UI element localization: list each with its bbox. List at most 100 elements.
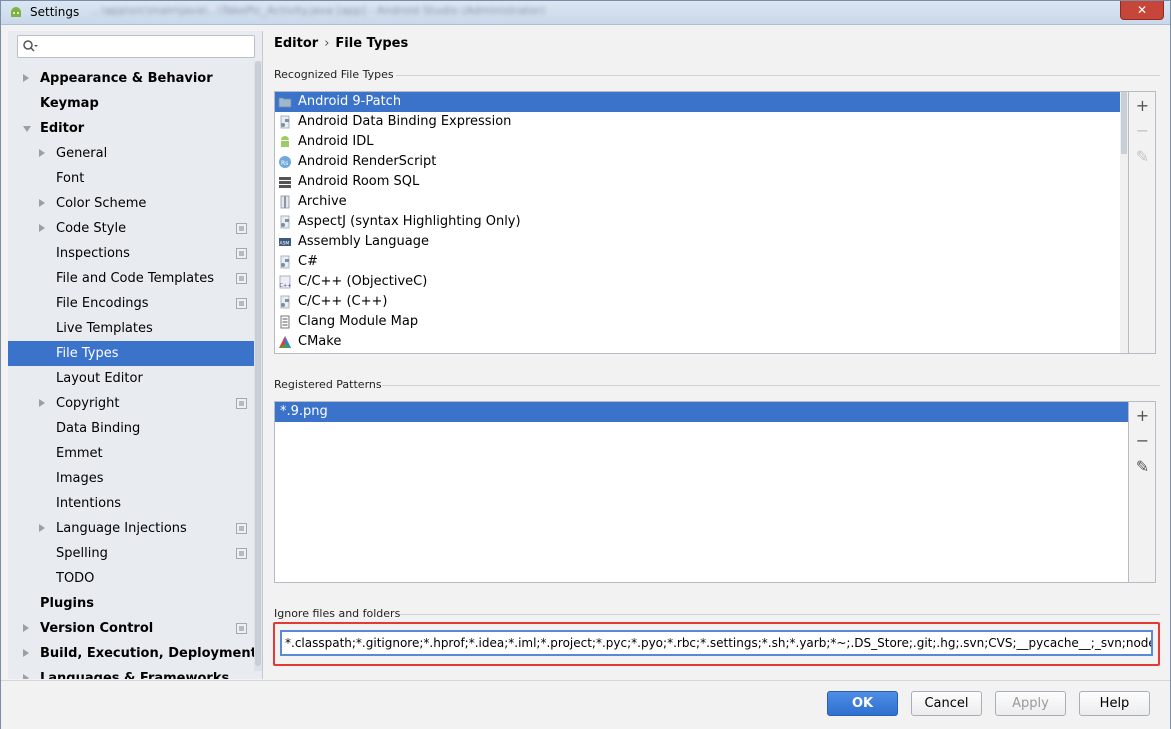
file-type-label: Archive — [298, 194, 347, 209]
sidebar-item[interactable]: Editor — [8, 116, 262, 141]
sidebar-item[interactable]: File Encodings — [8, 291, 262, 316]
sidebar-item[interactable]: File Types — [8, 341, 262, 366]
ok-button[interactable]: OK — [827, 691, 898, 716]
svg-text:C++: C++ — [280, 283, 292, 289]
sidebar-item[interactable]: Spelling — [8, 541, 262, 566]
sidebar-item[interactable]: Emmet — [8, 441, 262, 466]
generic-file-icon — [280, 215, 290, 229]
sidebar-item-label: Font — [56, 171, 85, 186]
cancel-button[interactable]: Cancel — [911, 691, 982, 716]
file-type-row[interactable]: C++ C/C++ (ObjectiveC) — [275, 272, 1121, 292]
sidebar-item[interactable]: TODO — [8, 566, 262, 591]
sidebar-item[interactable]: Keymap — [8, 91, 262, 116]
chevron-right-icon[interactable] — [23, 74, 29, 82]
add-pattern-button[interactable]: + — [1133, 406, 1152, 425]
sidebar-item-label: Images — [56, 471, 104, 486]
file-type-row[interactable]: Android Room SQL — [275, 172, 1121, 192]
file-type-label: Android Data Binding Expression — [298, 114, 512, 129]
add-file-type-button[interactable]: + — [1133, 96, 1152, 115]
chevron-right-icon[interactable] — [23, 649, 29, 657]
pattern-row[interactable]: *.9.png — [275, 402, 1128, 422]
sidebar-item[interactable]: Languages & Frameworks — [8, 666, 262, 679]
file-type-row[interactable]: Clang Module Map — [275, 312, 1121, 332]
edit-file-type-button[interactable]: ✎ — [1133, 147, 1152, 166]
help-button[interactable]: Help — [1079, 691, 1150, 716]
project-scope-icon — [236, 298, 247, 309]
recognized-toolbar: + − ✎ — [1129, 91, 1156, 354]
apply-button[interactable]: Apply — [995, 691, 1066, 716]
archive-icon — [280, 195, 290, 209]
recognized-file-types-list[interactable]: Android 9-Patch Android Data Binding Expr… — [274, 91, 1129, 354]
settings-search-input[interactable] — [17, 35, 255, 58]
remove-pattern-button[interactable]: − — [1133, 431, 1152, 450]
sidebar-item[interactable]: General — [8, 141, 262, 166]
sidebar-item[interactable]: Font — [8, 166, 262, 191]
sidebar-item[interactable]: Plugins — [8, 591, 262, 616]
registered-patterns-list[interactable]: *.9.png — [274, 401, 1129, 583]
dialog-footer: OK Cancel Apply Help — [1, 680, 1170, 729]
sidebar-item[interactable]: File and Code Templates — [8, 266, 262, 291]
sidebar-item[interactable]: Data Binding — [8, 416, 262, 441]
project-scope-icon — [236, 273, 247, 284]
ignore-files-input[interactable]: *.classpath;*.gitignore;*.hprof;*.idea;*… — [280, 630, 1153, 656]
remove-file-type-button[interactable]: − — [1133, 121, 1152, 140]
search-icon — [23, 40, 38, 52]
file-type-row[interactable]: AspectJ (syntax Highlighting Only) — [275, 212, 1121, 232]
sidebar-item[interactable]: Intentions — [8, 491, 262, 516]
sidebar-item-label: File and Code Templates — [56, 271, 214, 286]
chevron-down-icon[interactable] — [23, 126, 31, 132]
svg-text:Rs: Rs — [281, 160, 288, 167]
sidebar-item[interactable]: Inspections — [8, 241, 262, 266]
chevron-right-icon[interactable] — [39, 524, 45, 532]
cmake-icon — [279, 336, 291, 348]
file-type-row[interactable]: Archive — [275, 192, 1121, 212]
file-type-row[interactable]: Android Data Binding Expression — [275, 112, 1121, 132]
recognized-list-scrollbar-thumb[interactable] — [1121, 92, 1127, 154]
file-type-row[interactable]: CMake — [275, 332, 1121, 352]
edit-pattern-button[interactable]: ✎ — [1133, 457, 1152, 476]
divider — [396, 75, 1160, 76]
file-type-row[interactable]: Android IDL — [275, 132, 1121, 152]
sidebar-scrollbar-thumb[interactable] — [255, 61, 261, 666]
file-type-row[interactable]: Rs Android RenderScript — [275, 152, 1121, 172]
file-type-label: C# — [298, 254, 318, 269]
project-scope-icon — [236, 548, 247, 559]
close-icon: ✕ — [1136, 3, 1148, 17]
sidebar-item[interactable]: Live Templates — [8, 316, 262, 341]
divider — [382, 385, 1160, 386]
chevron-right-icon[interactable] — [23, 674, 29, 679]
sidebar-item-label: Copyright — [56, 396, 120, 411]
svg-text:ASM: ASM — [280, 241, 290, 247]
chevron-right-icon[interactable] — [39, 149, 45, 157]
sidebar-item[interactable]: Language Injections — [8, 516, 262, 541]
file-type-label: C/C++ (C++) — [298, 294, 388, 309]
breadcrumb: Editor › File Types — [274, 36, 408, 51]
file-type-row[interactable]: C# — [275, 252, 1121, 272]
sidebar-item[interactable]: Version Control — [8, 616, 262, 641]
close-window-button[interactable]: ✕ — [1120, 1, 1164, 20]
chevron-right-icon[interactable] — [39, 399, 45, 407]
window-title-obscured: ...\app\src\main\java\...\TakePic_Activi… — [91, 4, 545, 17]
chevron-right-icon[interactable] — [39, 224, 45, 232]
recognized-list-scrollbar[interactable] — [1120, 92, 1128, 353]
file-type-row[interactable]: C/C++ (C++) — [275, 292, 1121, 312]
breadcrumb-parent[interactable]: Editor — [274, 36, 318, 51]
file-type-row[interactable]: Android 9-Patch — [275, 92, 1121, 112]
project-scope-icon — [236, 398, 247, 409]
sidebar-item[interactable]: Appearance & Behavior — [8, 66, 262, 91]
sidebar-item[interactable]: Copyright — [8, 391, 262, 416]
sidebar-item[interactable]: Code Style — [8, 216, 262, 241]
file-type-row[interactable]: ASM Assembly Language — [275, 232, 1121, 252]
breadcrumb-separator: › — [324, 36, 330, 51]
project-scope-icon — [236, 523, 247, 534]
chevron-right-icon[interactable] — [23, 624, 29, 632]
sidebar-item[interactable]: Images — [8, 466, 262, 491]
sidebar-scrollbar[interactable] — [254, 61, 262, 671]
sidebar-item[interactable]: Build, Execution, Deployment — [8, 641, 262, 666]
renderscript-icon: Rs — [279, 156, 291, 168]
sidebar-item[interactable]: Layout Editor — [8, 366, 262, 391]
sidebar-item[interactable]: Color Scheme — [8, 191, 262, 216]
project-scope-icon — [236, 623, 247, 634]
chevron-right-icon[interactable] — [39, 199, 45, 207]
settings-window: Settings ...\app\src\main\java\...\TakeP… — [0, 0, 1171, 729]
